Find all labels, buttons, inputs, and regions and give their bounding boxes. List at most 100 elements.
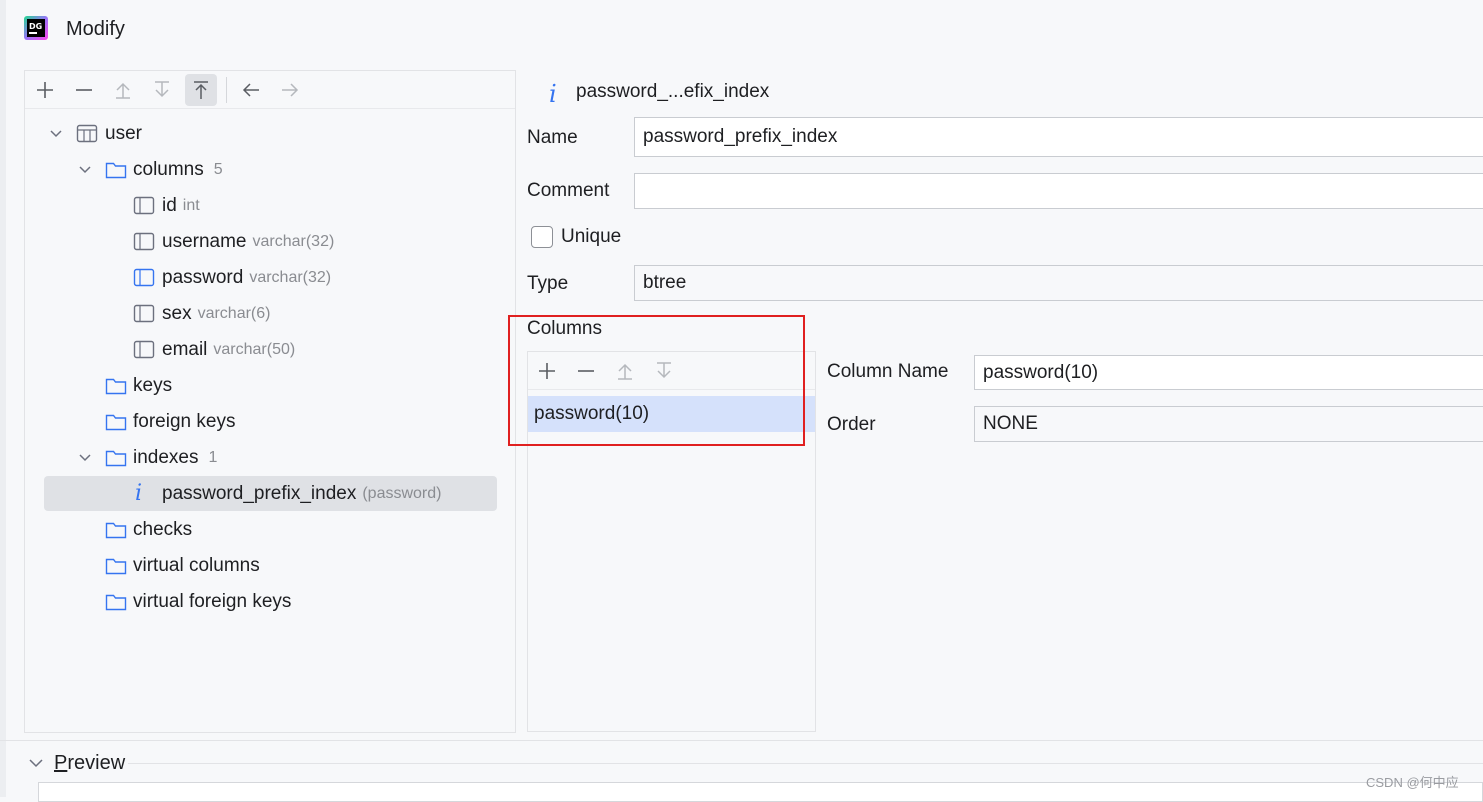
index-icon: i bbox=[549, 80, 557, 108]
tree-item-virtual-columns[interactable]: virtual columns bbox=[133, 549, 260, 583]
tree-item-label: password_prefix_index bbox=[162, 483, 357, 504]
name-label: Name bbox=[527, 127, 578, 148]
tree-item-virtual-foreign-keys[interactable]: virtual foreign keys bbox=[133, 585, 291, 619]
chevron-down-icon[interactable] bbox=[49, 127, 63, 141]
table-icon bbox=[76, 124, 98, 143]
comment-field[interactable] bbox=[634, 173, 1483, 209]
structure-panel: user columns 5 id int username varchar(3… bbox=[24, 70, 516, 733]
plus-icon bbox=[37, 82, 53, 98]
count-badge: 5 bbox=[213, 161, 223, 178]
order-label: Order bbox=[827, 414, 876, 435]
chevron-down-icon[interactable] bbox=[78, 451, 92, 465]
arrow-right-icon bbox=[282, 83, 299, 97]
datagrip-logo-icon: DG bbox=[24, 16, 48, 40]
comment-label: Comment bbox=[527, 180, 610, 201]
tree-item-indexes[interactable]: indexes 1 bbox=[133, 441, 217, 475]
folder-icon bbox=[105, 414, 127, 431]
preview-label-rest: review bbox=[67, 752, 126, 774]
window-title: Modify bbox=[66, 18, 125, 40]
unique-checkbox[interactable] bbox=[531, 226, 553, 248]
tree-item-checks[interactable]: checks bbox=[133, 513, 192, 547]
preview-mnemonic: P bbox=[54, 752, 68, 774]
toolbar-separator bbox=[226, 77, 227, 103]
tree-item-label: keys bbox=[133, 375, 173, 396]
tree-item-column-password[interactable]: password varchar(32) bbox=[162, 261, 331, 295]
tree-item-password-prefix-index[interactable]: password_prefix_index (password) bbox=[162, 477, 441, 511]
chevron-down-icon[interactable] bbox=[78, 163, 92, 177]
order-select[interactable]: NONE bbox=[974, 406, 1483, 442]
column-icon bbox=[133, 268, 155, 287]
tree-item-label: id bbox=[162, 195, 177, 216]
tree-item-label: password bbox=[162, 267, 244, 288]
column-type: int bbox=[182, 197, 200, 214]
tree-item-column-email[interactable]: email varchar(50) bbox=[162, 333, 295, 367]
folder-icon bbox=[105, 594, 127, 611]
move-up-button[interactable] bbox=[107, 74, 139, 106]
order-select-value: NONE bbox=[983, 413, 1038, 434]
type-select-value: btree bbox=[643, 272, 687, 293]
minus-icon bbox=[76, 89, 92, 91]
tree-item-foreign-keys[interactable]: foreign keys bbox=[133, 405, 235, 439]
preview-separator bbox=[0, 740, 1483, 741]
tree-item-user[interactable]: user bbox=[105, 117, 142, 151]
tree-item-label: columns bbox=[133, 159, 204, 180]
window-left-edge bbox=[0, 0, 6, 797]
index-icon: i bbox=[135, 480, 143, 506]
tree-item-label: email bbox=[162, 339, 208, 360]
type-label: Type bbox=[527, 273, 569, 294]
folder-icon bbox=[105, 162, 127, 179]
column-icon bbox=[133, 196, 155, 215]
column-icon bbox=[133, 340, 155, 359]
tree-item-label: foreign keys bbox=[133, 411, 236, 432]
move-down-button[interactable] bbox=[146, 74, 178, 106]
folder-icon bbox=[105, 522, 127, 539]
tree-item-column-username[interactable]: username varchar(32) bbox=[162, 225, 334, 259]
detail-header-title: password_...efix_index bbox=[576, 81, 770, 102]
add-button[interactable] bbox=[29, 74, 61, 106]
column-icon bbox=[133, 232, 155, 251]
watermark: CSDN @何中应 bbox=[1366, 775, 1459, 790]
column-name-field-value: password(10) bbox=[983, 361, 1099, 383]
move-up-icon bbox=[116, 82, 130, 99]
column-type: varchar(32) bbox=[252, 233, 335, 250]
tree-item-column-sex[interactable]: sex varchar(6) bbox=[162, 297, 270, 331]
column-icon bbox=[133, 304, 155, 323]
chevron-down-icon[interactable] bbox=[28, 755, 44, 771]
preview-toggle[interactable]: Preview bbox=[54, 751, 125, 775]
tree-item-label: checks bbox=[133, 519, 193, 540]
tree-item-label: user bbox=[105, 123, 142, 144]
svg-text:DG: DG bbox=[29, 22, 42, 31]
highlight-annotation-box bbox=[508, 315, 805, 446]
arrow-left-icon bbox=[242, 83, 259, 97]
type-select[interactable]: btree bbox=[634, 265, 1483, 301]
structure-toolbar bbox=[25, 71, 515, 109]
tree-item-label: indexes bbox=[133, 447, 199, 468]
tree-item-label: username bbox=[162, 231, 247, 252]
column-type: varchar(32) bbox=[249, 269, 332, 286]
move-down-icon bbox=[155, 81, 169, 98]
back-button[interactable] bbox=[235, 74, 267, 106]
folder-icon bbox=[105, 378, 127, 395]
unique-label[interactable]: Unique bbox=[561, 226, 621, 248]
name-field-value: password_prefix_index bbox=[643, 126, 838, 147]
count-badge: 1 bbox=[208, 449, 218, 466]
forward-button[interactable] bbox=[274, 74, 306, 106]
column-type: varchar(6) bbox=[197, 305, 271, 322]
preview-editor[interactable] bbox=[38, 782, 1483, 802]
column-name-field[interactable]: password(10) bbox=[974, 355, 1483, 390]
move-to-top-button[interactable] bbox=[185, 74, 217, 106]
folder-icon bbox=[105, 450, 127, 467]
name-field[interactable]: password_prefix_index bbox=[634, 117, 1483, 157]
column-name-label: Column Name bbox=[827, 361, 949, 382]
tree-item-keys[interactable]: keys bbox=[133, 369, 172, 403]
folder-icon bbox=[105, 558, 127, 575]
remove-button[interactable] bbox=[68, 74, 100, 106]
preview-divider bbox=[128, 763, 1483, 764]
tree-item-label: virtual foreign keys bbox=[133, 591, 292, 612]
column-type: varchar(50) bbox=[213, 341, 296, 358]
tree-item-label: virtual columns bbox=[133, 555, 260, 576]
tree-item-column-id[interactable]: id int bbox=[162, 189, 200, 223]
tree-item-columns[interactable]: columns 5 bbox=[133, 153, 223, 187]
index-columns-hint: (password) bbox=[362, 485, 442, 502]
tree-item-label: sex bbox=[162, 303, 192, 324]
